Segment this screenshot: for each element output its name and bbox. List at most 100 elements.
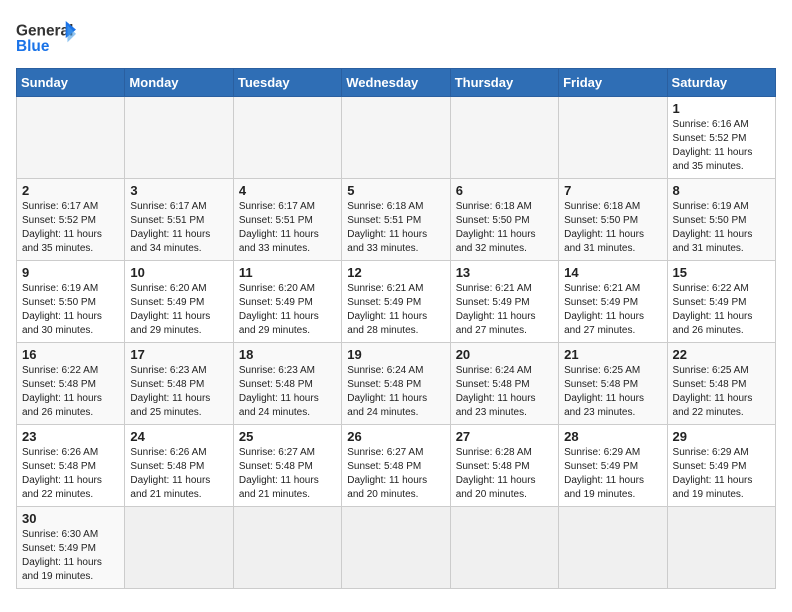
- day-number: 25: [239, 429, 336, 444]
- calendar-cell: 13 Sunrise: 6:21 AM Sunset: 5:49 PM Dayli…: [450, 261, 558, 343]
- day-info: Sunrise: 6:27 AM Sunset: 5:48 PM Dayligh…: [347, 446, 444, 502]
- calendar-cell: 1Sunrise: 6:16 AM Sunset: 5:52 PM Daylig…: [667, 97, 775, 179]
- day-number: 1: [673, 101, 770, 116]
- calendar-cell: 10 Sunrise: 6:20 AM Sunset: 5:49 PM Dayli…: [125, 261, 233, 343]
- weekday-header-row: SundayMondayTuesdayWednesdayThursdayFrid…: [17, 69, 776, 97]
- calendar-cell: 18 Sunrise: 6:23 AM Sunset: 5:48 PM Dayli…: [233, 343, 341, 425]
- day-info: Sunrise: 6:28 AM Sunset: 5:48 PM Dayligh…: [456, 446, 553, 502]
- day-info: Sunrise: 6:20 AM Sunset: 5:49 PM Dayligh…: [130, 282, 227, 338]
- day-number: 7: [564, 183, 661, 198]
- page-header: General Blue: [16, 16, 776, 56]
- day-number: 19: [347, 347, 444, 362]
- day-info: Sunrise: 6:20 AM Sunset: 5:49 PM Dayligh…: [239, 282, 336, 338]
- calendar-cell: 27 Sunrise: 6:28 AM Sunset: 5:48 PM Dayli…: [450, 425, 558, 507]
- calendar-cell: 24 Sunrise: 6:26 AM Sunset: 5:48 PM Dayli…: [125, 425, 233, 507]
- calendar-cell: 20 Sunrise: 6:24 AM Sunset: 5:48 PM Dayli…: [450, 343, 558, 425]
- day-number: 29: [673, 429, 770, 444]
- day-info: Sunrise: 6:23 AM Sunset: 5:48 PM Dayligh…: [130, 364, 227, 420]
- calendar-cell: [233, 507, 341, 589]
- weekday-header-tuesday: Tuesday: [233, 69, 341, 97]
- day-number: 15: [673, 265, 770, 280]
- day-info: Sunrise: 6:17 AM Sunset: 5:52 PM Dayligh…: [22, 200, 119, 256]
- weekday-header-saturday: Saturday: [667, 69, 775, 97]
- day-info: Sunrise: 6:18 AM Sunset: 5:50 PM Dayligh…: [456, 200, 553, 256]
- calendar-cell: 9 Sunrise: 6:19 AM Sunset: 5:50 PM Daylig…: [17, 261, 125, 343]
- day-number: 21: [564, 347, 661, 362]
- calendar-cell: 21 Sunrise: 6:25 AM Sunset: 5:48 PM Dayli…: [559, 343, 667, 425]
- calendar-cell: [450, 97, 558, 179]
- calendar-cell: [559, 507, 667, 589]
- calendar-cell: [17, 97, 125, 179]
- day-number: 9: [22, 265, 119, 280]
- calendar-cell: 17 Sunrise: 6:23 AM Sunset: 5:48 PM Dayli…: [125, 343, 233, 425]
- day-info: Sunrise: 6:24 AM Sunset: 5:48 PM Dayligh…: [456, 364, 553, 420]
- day-number: 28: [564, 429, 661, 444]
- day-info: Sunrise: 6:21 AM Sunset: 5:49 PM Dayligh…: [564, 282, 661, 338]
- day-number: 14: [564, 265, 661, 280]
- day-number: 3: [130, 183, 227, 198]
- weekday-header-monday: Monday: [125, 69, 233, 97]
- calendar-cell: 23 Sunrise: 6:26 AM Sunset: 5:48 PM Dayli…: [17, 425, 125, 507]
- calendar-cell: 22Sunrise: 6:25 AM Sunset: 5:48 PM Dayli…: [667, 343, 775, 425]
- day-info: Sunrise: 6:19 AM Sunset: 5:50 PM Dayligh…: [22, 282, 119, 338]
- day-number: 24: [130, 429, 227, 444]
- calendar-cell: 6 Sunrise: 6:18 AM Sunset: 5:50 PM Daylig…: [450, 179, 558, 261]
- day-info: Sunrise: 6:22 AM Sunset: 5:48 PM Dayligh…: [22, 364, 119, 420]
- calendar-cell: 15 Sunrise: 6:22 AM Sunset: 5:49 PM Dayli…: [667, 261, 775, 343]
- calendar-cell: 19 Sunrise: 6:24 AM Sunset: 5:48 PM Dayli…: [342, 343, 450, 425]
- weekday-header-wednesday: Wednesday: [342, 69, 450, 97]
- calendar-cell: 3 Sunrise: 6:17 AM Sunset: 5:51 PM Daylig…: [125, 179, 233, 261]
- day-info: Sunrise: 6:19 AM Sunset: 5:50 PM Dayligh…: [673, 200, 770, 256]
- day-info: Sunrise: 6:21 AM Sunset: 5:49 PM Dayligh…: [456, 282, 553, 338]
- logo-area: General Blue: [16, 16, 76, 56]
- day-info: Sunrise: 6:25 AM Sunset: 5:48 PM Dayligh…: [564, 364, 661, 420]
- day-number: 13: [456, 265, 553, 280]
- calendar-cell: [342, 97, 450, 179]
- day-number: 11: [239, 265, 336, 280]
- day-number: 18: [239, 347, 336, 362]
- day-info: Sunrise: 6:18 AM Sunset: 5:51 PM Dayligh…: [347, 200, 444, 256]
- day-info: Sunrise: 6:26 AM Sunset: 5:48 PM Dayligh…: [22, 446, 119, 502]
- day-number: 17: [130, 347, 227, 362]
- calendar-cell: [342, 507, 450, 589]
- day-info: Sunrise: 6:26 AM Sunset: 5:48 PM Dayligh…: [130, 446, 227, 502]
- day-info: Sunrise: 6:17 AM Sunset: 5:51 PM Dayligh…: [130, 200, 227, 256]
- calendar-cell: [667, 507, 775, 589]
- calendar-cell: 2 Sunrise: 6:17 AM Sunset: 5:52 PM Daylig…: [17, 179, 125, 261]
- calendar-cell: 30Sunrise: 6:30 AM Sunset: 5:49 PM Dayli…: [17, 507, 125, 589]
- calendar-cell: 4Sunrise: 6:17 AM Sunset: 5:51 PM Daylig…: [233, 179, 341, 261]
- calendar-table: SundayMondayTuesdayWednesdayThursdayFrid…: [16, 68, 776, 589]
- day-info: Sunrise: 6:29 AM Sunset: 5:49 PM Dayligh…: [673, 446, 770, 502]
- weekday-header-friday: Friday: [559, 69, 667, 97]
- calendar-week-row: 9 Sunrise: 6:19 AM Sunset: 5:50 PM Daylig…: [17, 261, 776, 343]
- day-number: 6: [456, 183, 553, 198]
- calendar-cell: 14 Sunrise: 6:21 AM Sunset: 5:49 PM Dayli…: [559, 261, 667, 343]
- calendar-cell: 8 Sunrise: 6:19 AM Sunset: 5:50 PM Daylig…: [667, 179, 775, 261]
- day-info: Sunrise: 6:22 AM Sunset: 5:49 PM Dayligh…: [673, 282, 770, 338]
- svg-text:Blue: Blue: [16, 38, 50, 55]
- day-number: 2: [22, 183, 119, 198]
- calendar-cell: 29 Sunrise: 6:29 AM Sunset: 5:49 PM Dayli…: [667, 425, 775, 507]
- calendar-cell: [559, 97, 667, 179]
- day-info: Sunrise: 6:21 AM Sunset: 5:49 PM Dayligh…: [347, 282, 444, 338]
- calendar-cell: 25Sunrise: 6:27 AM Sunset: 5:48 PM Dayli…: [233, 425, 341, 507]
- day-number: 10: [130, 265, 227, 280]
- day-number: 16: [22, 347, 119, 362]
- day-info: Sunrise: 6:18 AM Sunset: 5:50 PM Dayligh…: [564, 200, 661, 256]
- day-number: 27: [456, 429, 553, 444]
- day-number: 23: [22, 429, 119, 444]
- day-info: Sunrise: 6:23 AM Sunset: 5:48 PM Dayligh…: [239, 364, 336, 420]
- day-number: 30: [22, 511, 119, 526]
- calendar-cell: 11 Sunrise: 6:20 AM Sunset: 5:49 PM Dayli…: [233, 261, 341, 343]
- weekday-header-thursday: Thursday: [450, 69, 558, 97]
- calendar-cell: [233, 97, 341, 179]
- day-number: 8: [673, 183, 770, 198]
- svg-text:General: General: [16, 23, 73, 40]
- calendar-cell: 7 Sunrise: 6:18 AM Sunset: 5:50 PM Daylig…: [559, 179, 667, 261]
- day-info: Sunrise: 6:17 AM Sunset: 5:51 PM Dayligh…: [239, 200, 336, 256]
- calendar-week-row: 16 Sunrise: 6:22 AM Sunset: 5:48 PM Dayli…: [17, 343, 776, 425]
- calendar-cell: 16 Sunrise: 6:22 AM Sunset: 5:48 PM Dayli…: [17, 343, 125, 425]
- day-number: 20: [456, 347, 553, 362]
- day-info: Sunrise: 6:24 AM Sunset: 5:48 PM Dayligh…: [347, 364, 444, 420]
- day-number: 22: [673, 347, 770, 362]
